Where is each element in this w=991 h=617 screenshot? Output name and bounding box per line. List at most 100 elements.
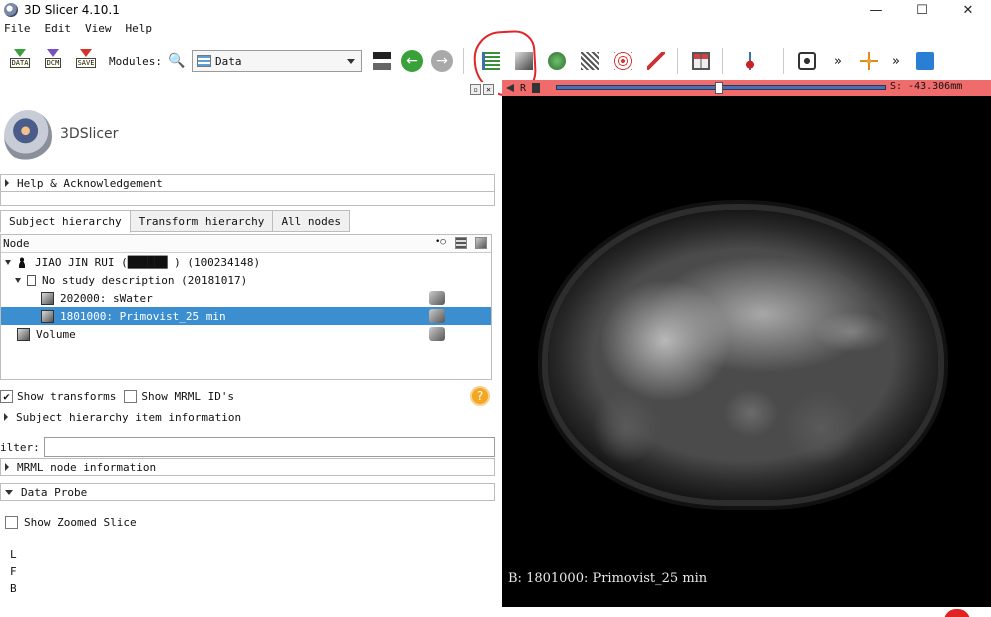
volume-icon <box>17 327 30 341</box>
tree-row-patient[interactable]: JIAO JIN RUI (██████ ) (100234148) <box>1 253 491 271</box>
slicer-logo: 3DSlicer <box>0 100 130 170</box>
help-section-label: Help & Acknowledgement <box>17 176 163 190</box>
module-search-icon[interactable]: 🔍 <box>168 52 186 70</box>
back-module-button[interactable]: ← <box>399 48 425 74</box>
pin-icon[interactable] <box>506 84 514 92</box>
fiducial-place-icon <box>740 52 759 70</box>
hierarchy-tabs: Subject hierarchy Transform hierarchy Al… <box>0 210 351 233</box>
transform-icon[interactable] <box>429 309 445 323</box>
help-icon[interactable]: ? <box>470 386 490 406</box>
menu-help[interactable]: Help <box>126 22 153 40</box>
toolbar-separator <box>462 48 464 74</box>
tree-row-label: JIAO JIN RUI (██████ ) (100234148) <box>35 255 261 269</box>
camera-icon <box>797 52 816 70</box>
chevron-down-icon <box>346 59 355 64</box>
panel-controls: ▫ ✕ <box>470 84 494 95</box>
toolbar-separator <box>721 48 723 74</box>
background-volume-caption: B: 1801000: Primovist_25 min <box>508 571 708 586</box>
show-zoomed-row: Show Zoomed Slice <box>5 516 137 529</box>
layout-button[interactable] <box>688 48 714 74</box>
tree-row-label: No study description (20181017) <box>42 273 248 287</box>
screenshot-button[interactable] <box>794 48 820 74</box>
save-button[interactable]: SAVE <box>73 48 99 74</box>
slicer-logo-text: 3DSlicer <box>60 126 119 142</box>
tree-row-label: Volume <box>36 327 76 341</box>
transforms-module-button[interactable] <box>577 48 603 74</box>
help-section-body <box>0 192 495 206</box>
mrml-info-section-label: MRML node information <box>17 460 157 474</box>
tree-row-label: 202000: sWater <box>60 291 153 305</box>
tab-all-nodes[interactable]: All nodes <box>272 210 351 232</box>
subject-hierarchy-tree: Node •○ JIAO JIN RUI (██████ ) (10023414… <box>0 234 492 380</box>
data-probe-section-label: Data Probe <box>21 485 88 499</box>
data-probe-section-header[interactable]: Data Probe <box>0 483 495 501</box>
markups-module-button[interactable] <box>610 48 636 74</box>
expand-arrow-icon <box>15 277 21 283</box>
transform-icon[interactable] <box>429 327 445 341</box>
layout-panel-button[interactable] <box>369 48 395 74</box>
load-data-button[interactable]: DATA <box>7 48 33 74</box>
tree-header: Node •○ <box>1 235 491 253</box>
module-selector[interactable]: Data <box>191 50 362 72</box>
chevron-right-icon <box>5 179 9 187</box>
node-column-header[interactable]: Node <box>3 237 30 250</box>
study-icon <box>27 274 36 286</box>
models-module-button[interactable] <box>544 48 570 74</box>
minimize-button[interactable]: — <box>853 0 899 20</box>
tree-header-icons: •○ <box>435 237 487 249</box>
toolbar-separator <box>676 48 678 74</box>
mouse-mode-button[interactable] <box>737 48 763 74</box>
module-panel: ▫ ✕ 3DSlicer Help & Acknowledgement Subj… <box>0 82 498 617</box>
menu-view[interactable]: View <box>85 22 112 40</box>
tree-row-volume[interactable]: Volume <box>1 325 491 343</box>
dicom-button[interactable]: DCM <box>40 48 66 74</box>
tab-transform-hierarchy[interactable]: Transform hierarchy <box>129 210 274 232</box>
volume-icon <box>41 291 54 305</box>
toolbar-overflow-button[interactable]: » <box>834 54 842 69</box>
red-slice-viewer[interactable]: R S: -43.306mm B: 1801000: Primovist_25 … <box>502 80 991 607</box>
slice-slider-handle[interactable] <box>715 82 723 94</box>
menu-file[interactable]: File <box>4 22 31 40</box>
grid-icon <box>580 52 599 70</box>
tree-row-study[interactable]: No study description (20181017) <box>1 271 491 289</box>
maximize-button[interactable]: ☐ <box>899 0 945 20</box>
color-column-icon[interactable] <box>455 237 467 249</box>
editor-module-button[interactable] <box>643 48 669 74</box>
tree-options-row: ✔ Show transforms Show MRML ID's ? <box>0 386 495 406</box>
crosshair-button[interactable] <box>856 48 882 74</box>
mrml-info-section-header[interactable]: MRML node information <box>0 458 495 476</box>
help-section-header[interactable]: Help & Acknowledgement <box>0 174 495 192</box>
tab-subject-hierarchy[interactable]: Subject hierarchy <box>0 210 131 233</box>
show-zoomed-slice-label: Show Zoomed Slice <box>24 516 137 529</box>
transform-column-icon[interactable] <box>475 237 487 249</box>
module-selected-label: Data <box>214 54 242 68</box>
save-arrow-icon <box>80 49 92 57</box>
probe-line-layer-b: B <box>10 582 17 595</box>
show-transforms-checkbox[interactable]: ✔ <box>0 389 13 403</box>
patient-icon <box>17 256 27 268</box>
extension-manager-button[interactable] <box>912 48 938 74</box>
slice-orientation-label: R <box>520 82 527 94</box>
probe-line-layer-l: L <box>10 548 17 561</box>
close-button[interactable]: ✕ <box>945 0 991 20</box>
filter-input[interactable] <box>43 437 495 457</box>
arrow-right-icon: → <box>430 50 453 72</box>
model-icon <box>547 52 566 70</box>
close-panel-icon[interactable]: ✕ <box>483 84 494 95</box>
slice-offset-slider[interactable] <box>556 82 886 94</box>
forward-module-button[interactable]: → <box>429 48 455 74</box>
link-icon[interactable] <box>532 83 541 93</box>
visibility-column-icon[interactable]: •○ <box>435 237 447 249</box>
tree-row-series-primovist[interactable]: 1801000: Primovist_25 min <box>1 307 491 325</box>
transform-icon[interactable] <box>429 291 445 305</box>
undock-panel-icon[interactable]: ▫ <box>470 84 481 95</box>
slice-offset-readout: S: -43.306mm <box>890 81 963 92</box>
show-mrml-ids-checkbox[interactable] <box>124 389 138 403</box>
panel-toggle-icon <box>372 52 391 70</box>
toolbar-overflow-button-2[interactable]: » <box>892 54 900 69</box>
slicer-app-icon <box>4 3 18 17</box>
menu-edit[interactable]: Edit <box>45 22 72 40</box>
show-zoomed-slice-checkbox[interactable] <box>5 516 18 529</box>
tree-row-series-swater[interactable]: 202000: sWater <box>1 289 491 307</box>
sh-info-section-header[interactable]: Subject hierarchy item information <box>0 408 495 426</box>
